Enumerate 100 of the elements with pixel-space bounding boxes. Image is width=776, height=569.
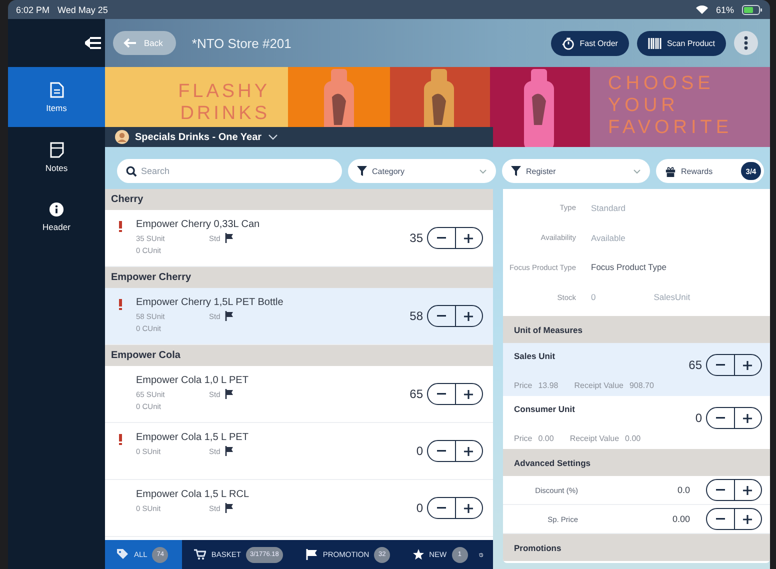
search-icon (126, 166, 137, 176)
filter-icon (511, 166, 521, 176)
setting-value: 0.00 (671, 514, 690, 524)
price-value: 13.98 (538, 381, 558, 390)
minus-icon (716, 364, 725, 366)
plus-icon (743, 486, 752, 494)
quantity: 65 (688, 358, 702, 372)
plus-icon (743, 360, 752, 370)
unit-name: Consumer Unit (514, 404, 575, 414)
star-icon (413, 549, 424, 560)
quantity: 0 (695, 411, 702, 425)
search-field[interactable]: Search (117, 159, 342, 183)
info-icon (49, 202, 64, 217)
setting-value: 0.0 (676, 485, 690, 495)
quantity: 0 (416, 501, 423, 515)
banner-headline: CHOOSE (608, 73, 716, 95)
section-header: Unit of Measures (503, 316, 770, 343)
price-label: Price (514, 381, 532, 390)
flag-icon (225, 311, 234, 321)
store-title: *NTO Store #201 (192, 36, 292, 50)
product-name: Empower Cherry 0,33L Can (136, 219, 261, 230)
plus-icon (464, 312, 474, 320)
status-date: Wed May 25 (58, 4, 108, 14)
price-label: Price (514, 434, 532, 443)
banner-headline: FAVORITE (608, 117, 734, 139)
stopwatch-icon (562, 36, 575, 50)
chevron-down-icon (479, 168, 487, 174)
campaign-name: Specials Drinks - One Year (135, 132, 262, 142)
tag-icon (117, 549, 129, 560)
detail-value: 0 (591, 292, 596, 302)
plus-icon (464, 390, 474, 398)
detail-unit: SalesUnit (654, 292, 690, 302)
group-header: Empower Cola (105, 345, 493, 366)
avatar-icon (115, 130, 129, 144)
plus-icon (464, 234, 474, 242)
receipt-value: 0.00 (625, 434, 641, 443)
unit-name: Sales Unit (514, 351, 556, 361)
minus-icon (716, 417, 725, 419)
barcode-icon (648, 38, 662, 48)
quantity: 0 (416, 444, 423, 458)
chevron-down-icon (268, 134, 278, 140)
section-header: Advanced Settings (503, 449, 770, 476)
fast-order-button[interactable]: Fast Order (550, 30, 629, 56)
battery-percent: 61% (716, 4, 734, 14)
plus-icon (743, 414, 752, 422)
unit-row[interactable]: Sales Unit 65 Price 13.98 Receipt Value 908.70 (503, 343, 770, 396)
category-dropdown[interactable]: Category (348, 159, 496, 183)
price-value: 0.00 (538, 434, 554, 443)
minus-icon (436, 315, 446, 317)
product-name: Empower Cherry 1,5L PET Bottle (136, 297, 284, 308)
product-name: Empower Cola 1,0 L PET (136, 375, 250, 386)
filter-icon (357, 166, 367, 176)
product-name: Empower Cola 1,5 L PET (136, 432, 250, 443)
section-header: Promotions (503, 534, 770, 561)
plus-icon (743, 514, 752, 524)
flag-icon (225, 503, 234, 513)
note-icon (50, 142, 64, 158)
flag-icon (306, 549, 318, 560)
plus-icon (464, 504, 474, 512)
minus-icon (716, 489, 725, 491)
quantity: 35 (410, 231, 423, 245)
document-icon (50, 82, 64, 98)
sidebar-item[interactable]: Notes (8, 127, 105, 187)
minus-icon (436, 393, 446, 395)
status-time: 6:02 PM (16, 4, 50, 14)
minus-icon (436, 507, 446, 509)
minus-icon (436, 450, 446, 452)
collapse-menu-icon[interactable] (85, 37, 101, 49)
detail-value: Focus Product Type (591, 262, 666, 272)
banner-headline: FLASHY (178, 81, 270, 103)
banner-headline: YOUR (608, 95, 680, 117)
flag-icon (225, 233, 234, 243)
flag-icon (225, 446, 234, 456)
sidebar-item[interactable]: Header (8, 187, 105, 247)
scan-product-button[interactable]: Scan Product (636, 30, 726, 56)
register-dropdown[interactable]: Register (502, 159, 650, 183)
detail-value: Available (591, 232, 626, 243)
quantity: 65 (410, 387, 423, 401)
campaign-selector[interactable]: Specials Drinks - One Year (105, 127, 493, 147)
group-header: Cherry (105, 189, 493, 210)
receipt-value: 908.70 (629, 381, 654, 390)
minus-icon (436, 237, 446, 239)
minus-icon (716, 518, 725, 520)
chevron-down-icon (633, 168, 641, 174)
detail-value: Standard (591, 202, 626, 213)
wifi-icon (696, 5, 708, 14)
banner-headline: DRINKS (180, 103, 270, 125)
flag-icon (225, 389, 234, 399)
more-button[interactable] (734, 31, 758, 55)
receipt-value-label: Receipt Value (574, 381, 624, 390)
quantity: 58 (410, 309, 423, 323)
plus-icon (464, 446, 474, 456)
gift-icon (665, 166, 676, 176)
group-header: Empower Cherry (105, 267, 493, 288)
cart-icon (194, 549, 206, 560)
more-vertical-icon (744, 36, 748, 50)
receipt-value-label: Receipt Value (570, 434, 620, 443)
product-name: Empower Cola 1,5 L RCL (136, 489, 250, 500)
battery-icon (742, 4, 762, 14)
sidebar-item[interactable]: Items (8, 67, 105, 127)
